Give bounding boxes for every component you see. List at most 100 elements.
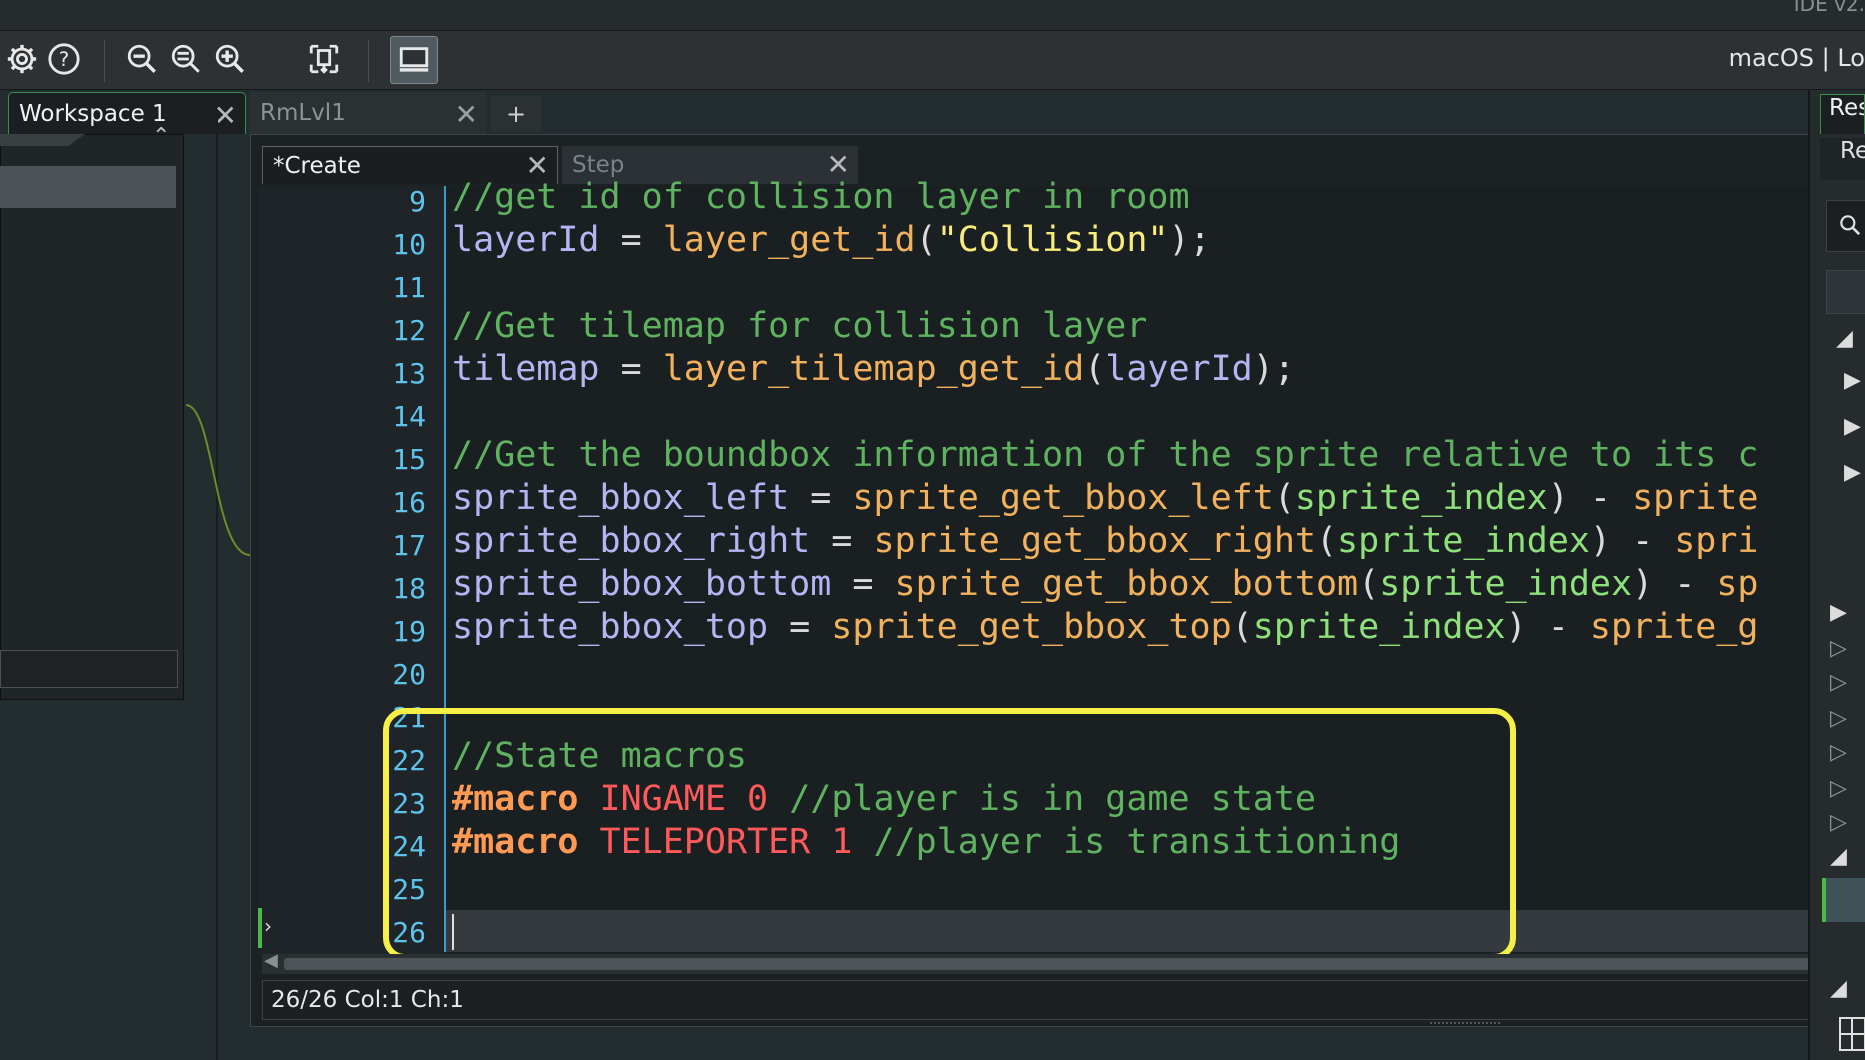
zoom-out-button[interactable] [120, 34, 164, 84]
zoom-reset-button[interactable] [164, 34, 208, 84]
tab-resources[interactable]: Res [1820, 94, 1865, 134]
tab-rmlvl1[interactable]: RmLvl1 ✕ [250, 92, 486, 134]
code-function: sprite_get_bbox_bottom [894, 564, 1359, 604]
resource-search-input[interactable] [1826, 200, 1865, 252]
help-button[interactable]: ? [42, 34, 86, 84]
tab-label: Step [572, 152, 625, 178]
code-paren: ( [915, 220, 937, 260]
tree-expand-icon[interactable]: ▷ [1830, 636, 1847, 661]
device-preview-button[interactable] [390, 36, 438, 84]
code-function: layer_tilemap_get_id [662, 349, 1085, 389]
code-operator: ) - [1632, 564, 1717, 604]
code-operator: = [810, 521, 874, 561]
code-line-15: //Get the boundbox information of the sp… [452, 435, 1758, 475]
code-line-16: sprite_bbox_left = sprite_get_bbox_left(… [452, 478, 1759, 518]
code-variable: layerId [452, 220, 600, 260]
node-connection-curve [185, 404, 251, 556]
help-icon: ? [48, 43, 80, 75]
tree-expand-icon[interactable]: ▷ [1830, 740, 1847, 765]
code-variable: sprite_bbox_bottom [452, 564, 832, 604]
change-marker [258, 908, 262, 948]
filter-button[interactable] [1826, 270, 1865, 314]
code-line-19: sprite_bbox_top = sprite_get_bbox_top(sp… [452, 607, 1759, 647]
code-operator: ) - [1505, 607, 1590, 647]
code-paren: ); [1168, 220, 1211, 260]
selected-list-item[interactable] [0, 166, 176, 208]
collapse-triangle-icon[interactable]: ◢ [1836, 326, 1853, 351]
tab-label: Workspace 1 [19, 100, 167, 127]
settings-button[interactable] [0, 34, 44, 84]
line-number: 17 [392, 529, 426, 562]
scrollbar-thumb[interactable] [284, 958, 1865, 970]
panel-input-box[interactable] [0, 650, 178, 688]
title-bar: IDE v2. [0, 0, 1865, 31]
code-variable: sprite_bbox_top [452, 607, 769, 647]
tree-expand-icon[interactable]: ▶ [1830, 600, 1847, 625]
tree-expand-icon[interactable]: ▷ [1830, 706, 1847, 731]
code-operator: = [599, 220, 663, 260]
tab-workspace-1[interactable]: Workspace 1 ✕ [8, 92, 246, 134]
toolbar-separator [104, 40, 105, 82]
add-tab-button[interactable]: + [491, 96, 541, 132]
code-builtin: sprite_index [1252, 607, 1506, 647]
code-paren: ); [1252, 349, 1295, 389]
code-line-12: //Get tilemap for collision layer [452, 306, 1147, 346]
main-toolbar [0, 31, 1865, 90]
code-operator: = [789, 478, 853, 518]
code-comment: //get id of collision layer in room [452, 177, 1190, 217]
code-function: sprite_get_bbox_left [852, 478, 1274, 518]
code-line-9: //get id of collision layer in room [452, 177, 1190, 217]
collapse-caret-icon[interactable]: ⌃ [152, 124, 170, 149]
chevron-right-icon[interactable]: › [264, 914, 272, 938]
code-line-13: tilemap = layer_tilemap_get_id(layerId); [452, 349, 1295, 389]
code-comment: //Get the boundbox information of the sp… [452, 435, 1759, 475]
selected-resource-item[interactable] [1822, 878, 1865, 922]
zoom-out-icon [127, 44, 156, 73]
collapse-triangle-icon[interactable]: ◢ [1830, 976, 1847, 1001]
line-number: 13 [392, 357, 426, 390]
code-operator: ) - [1589, 521, 1675, 561]
code-function: sp [1716, 564, 1759, 604]
gear-icon [7, 44, 37, 74]
editor-status-bar: 26/26 Col:1 Ch:1 [262, 980, 1865, 1020]
annotation-highlight-box [383, 708, 1516, 960]
code-operator: = [831, 564, 895, 604]
line-number: 20 [392, 658, 426, 691]
svg-text:?: ? [59, 48, 70, 71]
close-icon[interactable]: ✕ [455, 98, 478, 131]
code-paren: ( [1273, 478, 1295, 518]
tab-label: *Create [273, 152, 361, 179]
toolbar-separator [368, 40, 369, 82]
window-title: IDE v2. [1793, 0, 1865, 16]
code-variable: tilemap [452, 349, 600, 389]
collapse-triangle-icon[interactable]: ◢ [1830, 844, 1847, 869]
tree-expand-icon[interactable]: ▷ [1830, 670, 1847, 695]
panel-divider [216, 110, 218, 1060]
code-line-10: layerId = layer_get_id("Collision"); [452, 220, 1211, 260]
line-number: 10 [392, 228, 426, 261]
tree-expand-icon[interactable]: ▷ [1830, 776, 1847, 801]
code-function: sprite_get_bbox_right [873, 521, 1316, 561]
scroll-left-icon[interactable]: ◀ [264, 950, 278, 971]
code-operator: ) - [1547, 478, 1633, 518]
code-comment: //Get tilemap for collision layer [452, 306, 1148, 346]
line-number: 16 [392, 486, 426, 519]
fit-view-button[interactable] [302, 34, 346, 84]
search-icon [1840, 215, 1861, 236]
tree-expand-icon[interactable]: ▶ [1844, 414, 1861, 439]
code-variable: sprite_bbox_right [452, 521, 811, 561]
code-paren: ( [1084, 349, 1106, 389]
tree-expand-icon[interactable]: ▶ [1844, 368, 1861, 393]
cursor-position-label: 26/26 Col:1 Ch:1 [271, 987, 464, 1013]
target-platform-label[interactable]: macOS | Lo [1729, 44, 1865, 72]
resize-grip[interactable] [1430, 1022, 1500, 1028]
grid-icon[interactable] [1838, 1014, 1865, 1054]
code-builtin: sprite_index [1294, 478, 1548, 518]
code-builtin: sprite_index [1379, 564, 1633, 604]
monitor-icon [399, 47, 429, 72]
zoom-in-button[interactable] [208, 34, 252, 84]
tree-expand-icon[interactable]: ▷ [1830, 810, 1847, 835]
left-dock-panel [0, 134, 184, 700]
tree-expand-icon[interactable]: ▶ [1844, 460, 1861, 485]
code-operator: = [599, 349, 663, 389]
